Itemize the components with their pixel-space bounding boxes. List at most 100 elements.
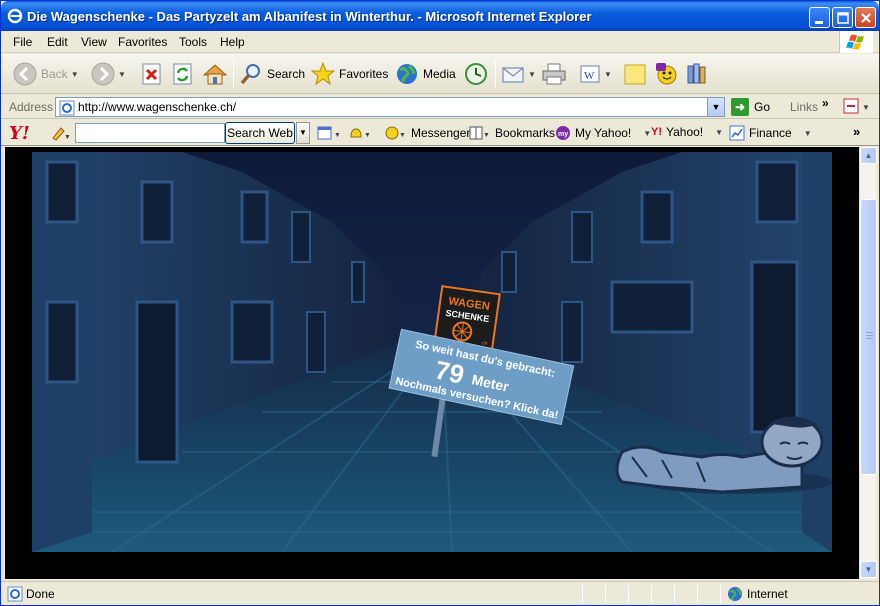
go-button[interactable]: ➜ Go	[731, 97, 770, 117]
menu-help[interactable]: Help	[220, 35, 245, 49]
svg-text:▼: ▼	[334, 132, 341, 139]
svg-text:▼: ▼	[399, 132, 406, 139]
status-text: Done	[26, 587, 55, 601]
search-button[interactable]: Search	[239, 60, 305, 88]
maximize-icon	[837, 12, 849, 24]
svg-text:W: W	[584, 70, 595, 82]
address-dropdown-icon[interactable]: ▼	[707, 98, 724, 116]
printer-icon	[542, 63, 566, 85]
vertical-scrollbar[interactable]: ▲ ▼	[859, 147, 877, 579]
search-web-dropdown-icon[interactable]: ▼	[296, 122, 310, 144]
go-label: Go	[754, 100, 771, 114]
bell-icon: ▼	[350, 128, 371, 139]
internet-globe-icon	[728, 587, 742, 601]
favorites-button[interactable]: Favorites	[311, 60, 388, 88]
finance-chart-icon	[729, 125, 745, 141]
maximize-button[interactable]	[832, 7, 853, 28]
address-input[interactable]: http://www.wagenschenke.ch/ ▼	[55, 97, 725, 117]
security-zone-text: Internet	[747, 587, 788, 601]
refresh-button[interactable]	[172, 60, 194, 88]
my-yahoo-icon: my	[556, 126, 570, 140]
yahoo-search-input[interactable]	[75, 123, 225, 143]
links-chevron-icon[interactable]: »	[822, 96, 829, 110]
finance-label: Finance	[749, 126, 792, 140]
bookmarks-label: Bookmarks	[495, 126, 556, 140]
back-dropdown-icon[interactable]: ▼	[71, 70, 79, 79]
minimize-icon	[815, 21, 823, 24]
mail-button[interactable]: ▼	[501, 60, 536, 88]
edit-dropdown-icon[interactable]: ▼	[604, 70, 612, 79]
messenger-button[interactable]	[654, 60, 680, 88]
svg-text:▼: ▼	[483, 132, 490, 139]
print-button[interactable]	[541, 60, 567, 88]
yahoo-more-chevron-icon[interactable]: »	[853, 124, 860, 139]
finance-dropdown-icon[interactable]: ▼	[804, 129, 812, 138]
toolbar-separator	[495, 60, 496, 88]
back-label: Back	[41, 67, 68, 81]
links-label[interactable]: Links	[790, 100, 818, 114]
close-icon	[861, 13, 871, 23]
forward-dropdown-icon[interactable]: ▼	[118, 70, 126, 79]
svg-text:my: my	[558, 131, 568, 138]
yahoo-dropdown-icon[interactable]: ▼	[715, 128, 723, 137]
menu-file[interactable]: File	[13, 35, 32, 49]
menu-view[interactable]: View	[81, 35, 107, 49]
title-bar[interactable]: Die Wagenschenke - Das Partyzelt am Alba…	[1, 1, 879, 31]
scroll-down-arrow-icon[interactable]: ▼	[860, 561, 877, 578]
svg-text:▼: ▼	[64, 134, 71, 141]
forward-arrow-icon	[91, 62, 115, 86]
windows-logo-icon	[839, 31, 873, 53]
yahoo-finance-button[interactable]: Finance ▼	[729, 125, 812, 141]
word-edit-icon: W	[580, 65, 600, 83]
bookmarks-book-icon: ▼	[469, 126, 490, 140]
yahoo-pencil-icon[interactable]: ▼	[51, 125, 71, 141]
window-dropdown-icon: ▼	[317, 126, 341, 140]
search-web-button[interactable]: Search Web	[225, 122, 295, 144]
yahoo-window-button[interactable]: ▼	[317, 125, 345, 141]
messenger-label: Messenger	[411, 126, 471, 140]
scrollbar-thumb[interactable]	[860, 199, 877, 475]
back-button[interactable]: Back ▼	[13, 60, 79, 88]
toolbar-separator	[233, 60, 234, 88]
mail-dropdown-icon[interactable]: ▼	[528, 70, 536, 79]
favorites-star-icon	[311, 62, 335, 86]
page-content: WAGEN SCHENKE .ch So weit hast du's gebr…	[5, 147, 859, 579]
yahoo-alert-button[interactable]: ▼	[347, 125, 375, 141]
yahoo-messenger-button[interactable]: ▼ Messenger	[385, 125, 470, 141]
close-button[interactable]	[855, 7, 876, 28]
yahoo-logo[interactable]: Y!	[9, 123, 30, 144]
yahoo-home-button[interactable]: Y! Yahoo! ▼	[651, 125, 723, 139]
toolbar-options-icon[interactable]: ▼	[843, 98, 873, 116]
menu-favorites[interactable]: Favorites	[118, 35, 167, 49]
edit-button[interactable]: W ▼	[579, 60, 612, 88]
favorites-label: Favorites	[339, 67, 389, 81]
media-button[interactable]: Media	[395, 60, 456, 88]
yahoo-small-logo-icon: Y!	[651, 126, 662, 138]
my-yahoo-button[interactable]: my My Yahoo! ▼	[555, 125, 651, 141]
stop-button[interactable]	[141, 60, 163, 88]
address-url: http://www.wagenschenke.ch/	[78, 100, 237, 114]
mail-envelope-icon	[502, 67, 524, 83]
svg-text:▼: ▼	[862, 103, 870, 112]
yahoo-bookmarks-button[interactable]: ▼ Bookmarks	[469, 125, 555, 141]
home-button[interactable]	[202, 60, 228, 88]
yahoo-label: Yahoo!	[666, 125, 704, 139]
internet-explorer-icon	[7, 8, 23, 24]
flash-game-scene[interactable]: WAGEN SCHENKE .ch So weit hast du's gebr…	[32, 152, 832, 552]
history-button[interactable]	[463, 60, 489, 88]
refresh-icon	[173, 63, 192, 85]
discuss-button[interactable]	[623, 60, 647, 88]
research-button[interactable]	[685, 60, 711, 88]
back-arrow-icon	[13, 62, 37, 86]
window-title: Die Wagenschenke - Das Partyzelt am Alba…	[27, 9, 592, 24]
research-books-icon	[687, 63, 706, 84]
menu-bar: File Edit View Favorites Tools Help	[1, 31, 879, 53]
scroll-up-arrow-icon[interactable]: ▲	[860, 147, 877, 164]
address-bar: Address http://www.wagenschenke.ch/ ▼ ➜ …	[1, 95, 879, 119]
menu-edit[interactable]: Edit	[47, 35, 68, 49]
messenger-smiley-icon: ▼	[385, 126, 406, 140]
my-yahoo-dropdown-icon[interactable]: ▼	[643, 129, 651, 138]
forward-button[interactable]: ▼	[91, 60, 126, 88]
menu-tools[interactable]: Tools	[179, 35, 207, 49]
minimize-button[interactable]	[809, 7, 830, 28]
